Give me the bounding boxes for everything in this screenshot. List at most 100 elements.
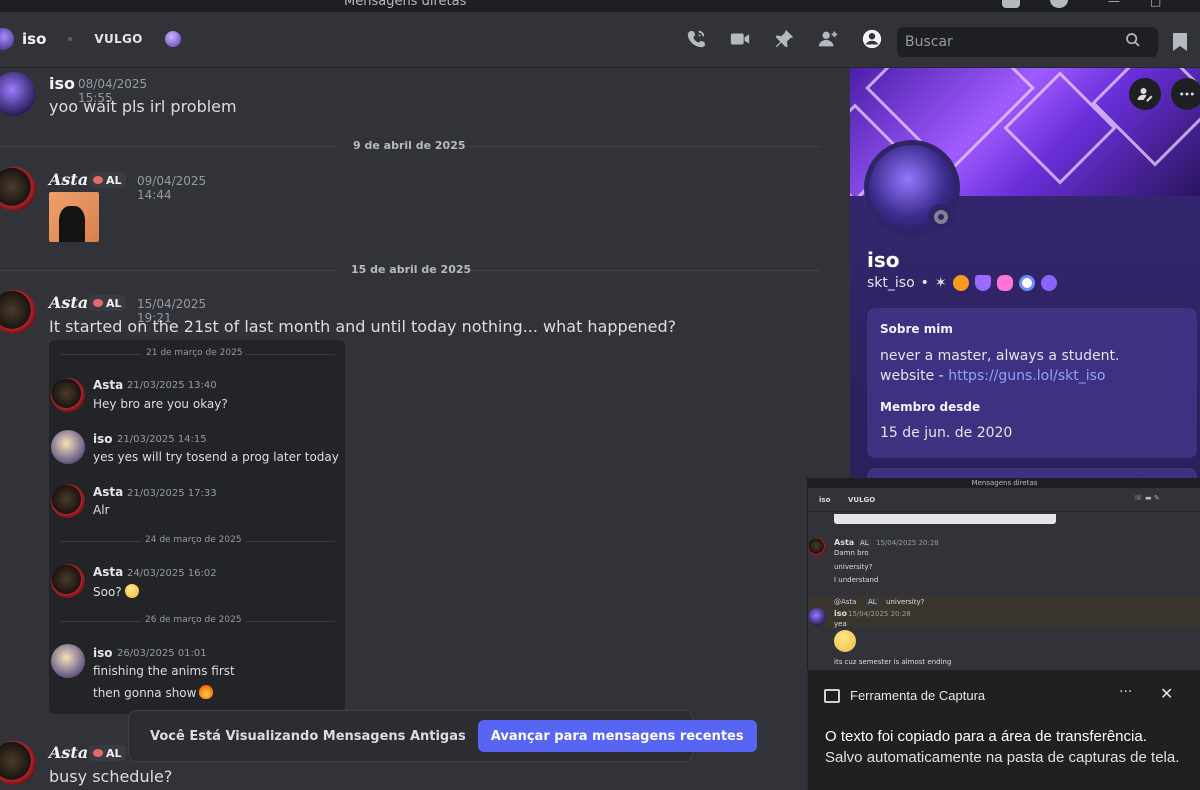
window-title: Mensagens diretas <box>344 0 467 9</box>
embed-author: iso <box>93 432 113 446</box>
inbox-glyph-icon[interactable] <box>1002 0 1020 8</box>
user-avatar <box>51 430 85 464</box>
user-avatar[interactable] <box>0 72 36 116</box>
tag-icon <box>93 176 103 184</box>
user-avatar <box>51 564 85 598</box>
embed-author: Asta <box>93 565 124 579</box>
preview-avatar <box>808 538 826 556</box>
guild-tag-badge[interactable]: AL <box>89 745 126 761</box>
preview-header: iso VULGO ☏ ▬ ✎ <box>808 488 1200 512</box>
old-messages-bar: Você Está Visualizando Mensagens Antigas… <box>128 710 757 762</box>
nitro-badge-icon[interactable] <box>1019 275 1035 291</box>
member-since-heading: Membro desde <box>880 400 981 414</box>
message-author[interactable]: Asta <box>49 743 88 762</box>
jump-to-present-button[interactable]: Avançar para mensagens recentes <box>477 720 757 752</box>
toast-message-line2: Salvo automaticamente na pasta de captur… <box>825 749 1180 766</box>
user-profile-icon[interactable] <box>861 28 883 50</box>
shield-badge-icon[interactable] <box>975 275 991 291</box>
separator-dot: • <box>920 275 929 291</box>
offline-status-icon <box>934 210 948 224</box>
screenshot-attachment[interactable]: 21 de março de 2025 Asta 21/03/2025 13:4… <box>49 340 345 714</box>
date-divider: 9 de abril de 2025 <box>0 139 820 153</box>
embed-author: Asta <box>93 485 124 499</box>
message-author[interactable]: iso <box>49 74 75 93</box>
tag-icon <box>93 299 103 307</box>
member-since-date: 15 de jun. de 2020 <box>880 425 1013 441</box>
title-bar: Mensagens diretas — □ <box>0 0 1200 12</box>
toast-app-name: Ferramenta de Captura <box>850 688 986 703</box>
notification-toast[interactable]: Ferramenta de Captura ··· ✕ O texto foi … <box>807 670 1200 790</box>
sparkle-icon: ✶ <box>934 275 947 291</box>
gem-icon <box>164 31 181 47</box>
embed-author: iso <box>93 646 113 660</box>
add-note-button[interactable] <box>1129 78 1161 110</box>
more-icon <box>1180 92 1194 96</box>
guild-tag-badge[interactable]: AL <box>89 172 126 188</box>
crying-emoji-icon <box>834 630 856 652</box>
preview-title: Mensagens diretas <box>808 478 1200 488</box>
separator-dot <box>68 37 73 41</box>
preview-avatar <box>808 608 826 626</box>
embed-date-divider: 26 de março de 2025 <box>49 615 345 627</box>
maximize-icon[interactable]: □ <box>1150 0 1161 8</box>
channel-header: iso VULGO <box>0 12 1200 68</box>
user-edit-icon <box>1137 88 1153 102</box>
about-me-website: website - https://guns.lol/skt_iso <box>880 368 1106 384</box>
voice-call-icon[interactable] <box>685 28 707 50</box>
more-options-button[interactable] <box>1171 78 1200 110</box>
website-link[interactable]: https://guns.lol/skt_iso <box>948 368 1105 384</box>
message-content: yoo wait pls irl problem <box>49 97 237 116</box>
guild-tag-badge[interactable]: AL <box>89 295 126 311</box>
status-indicator <box>928 204 954 230</box>
embed-timestamp: 26/03/2025 01:01 <box>117 648 207 659</box>
embed-content: Hey bro are you okay? <box>93 397 228 411</box>
dm-avatar[interactable] <box>0 28 14 50</box>
inbox-icon[interactable] <box>1172 32 1188 56</box>
minimize-icon[interactable]: — <box>1108 0 1120 8</box>
dm-title: iso VULGO <box>0 28 181 50</box>
embed-date-divider: 24 de março de 2025 <box>49 535 345 547</box>
embed-content: Alr <box>93 503 110 517</box>
profile-badges <box>953 275 1057 291</box>
search-icon[interactable] <box>1125 32 1141 52</box>
hypesquad-badge-icon[interactable] <box>953 275 969 291</box>
discord-window: Mensagens diretas — □ iso VULGO Buscar i… <box>0 0 1200 790</box>
message-content: busy schedule? <box>49 767 173 786</box>
user-avatar <box>51 378 85 412</box>
embed-content: yes yes will try tosend a prog later tod… <box>93 450 339 464</box>
embed-timestamp: 24/03/2025 16:02 <box>127 568 217 579</box>
embed-timestamp: 21/03/2025 14:15 <box>117 434 207 445</box>
user-avatar <box>51 484 85 518</box>
guild-tag[interactable]: VULGO <box>94 32 142 46</box>
date-divider: 15 de abril de 2025 <box>0 263 820 277</box>
dm-name[interactable]: iso <box>22 30 46 48</box>
profile-display-name: iso <box>867 248 900 272</box>
search-input[interactable] <box>905 34 1125 50</box>
crystal-badge-icon[interactable] <box>997 275 1013 291</box>
boost-badge-icon[interactable] <box>1041 275 1057 291</box>
thinking-emoji-icon <box>124 584 139 598</box>
message-author[interactable]: Asta <box>49 293 88 312</box>
batman-silhouette <box>59 206 85 242</box>
profile-info-card: Sobre mim never a master, always a stude… <box>867 308 1197 458</box>
user-avatar[interactable] <box>0 167 36 211</box>
pin-icon[interactable] <box>773 28 795 50</box>
embed-date-divider: 21 de março de 2025 <box>49 348 345 360</box>
toast-message-line1: O texto foi copiado para a área de trans… <box>825 728 1147 745</box>
search-box[interactable] <box>897 27 1158 57</box>
add-friends-icon[interactable] <box>817 28 839 50</box>
message-author[interactable]: Asta <box>49 170 88 189</box>
old-messages-text: Você Está Visualizando Mensagens Antigas <box>150 728 466 744</box>
embed-content: Soo? <box>93 584 139 599</box>
user-avatar[interactable] <box>0 290 36 334</box>
preview-actions-icon: ☏ ▬ ✎ <box>1134 494 1160 502</box>
image-attachment[interactable] <box>49 192 99 242</box>
video-call-icon[interactable] <box>729 28 751 50</box>
help-glyph-icon[interactable] <box>1050 0 1068 8</box>
toast-more-button[interactable]: ··· <box>1119 684 1132 700</box>
embed-timestamp: 21/03/2025 13:40 <box>127 380 217 391</box>
user-avatar[interactable] <box>0 741 36 785</box>
toast-close-button[interactable]: ✕ <box>1160 684 1173 703</box>
tag-icon <box>93 749 103 757</box>
snipping-tool-icon <box>824 689 840 703</box>
